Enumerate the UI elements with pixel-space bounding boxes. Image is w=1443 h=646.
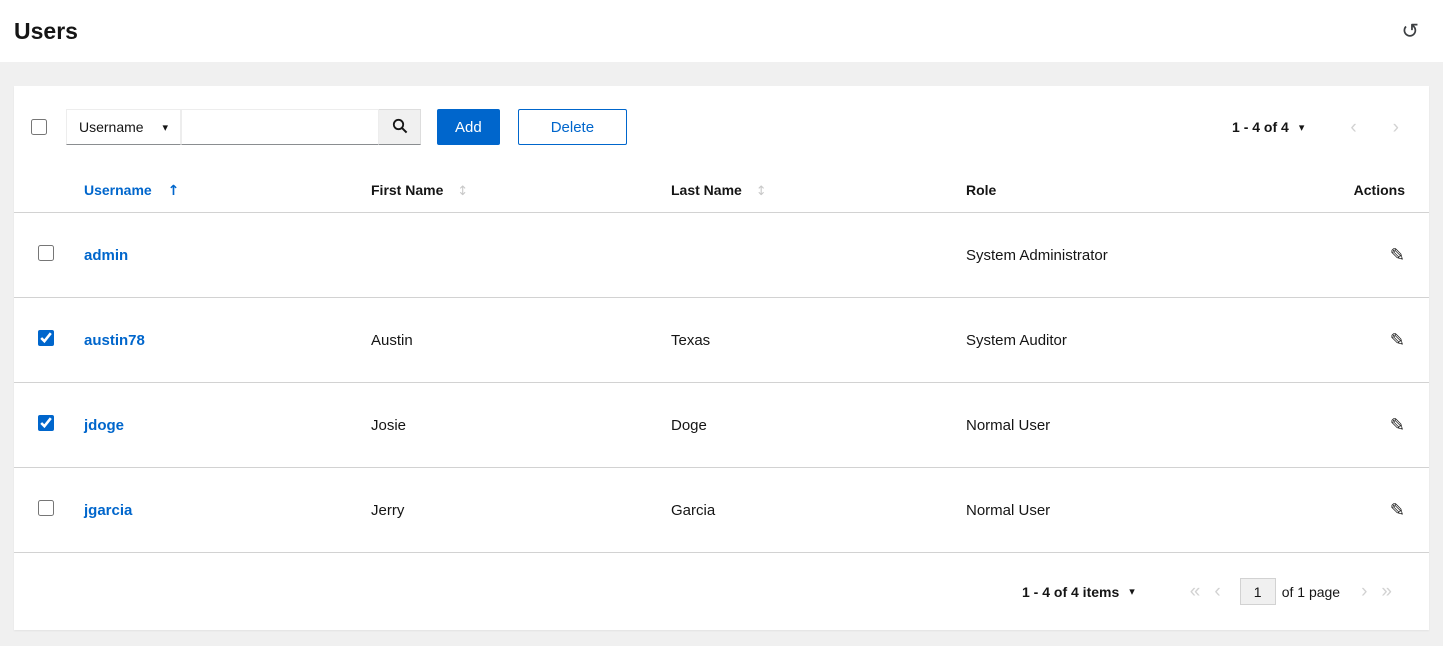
- angle-left-icon: ‹: [1214, 581, 1220, 602]
- edit-user-button[interactable]: ✎: [1390, 330, 1405, 351]
- page-nav: « ‹ of 1 page › »: [1183, 578, 1399, 605]
- column-header-last-name[interactable]: Last Name ↕: [671, 182, 966, 199]
- items-summary: 1 - 4 of 4 items: [1022, 584, 1119, 600]
- chevron-down-icon[interactable]: ▾: [1299, 121, 1305, 134]
- column-label: Username: [84, 182, 152, 198]
- row-select-checkbox[interactable]: [38, 245, 54, 261]
- select-all-checkbox[interactable]: [31, 119, 47, 135]
- table-row: admin System Administrator ✎: [14, 213, 1429, 298]
- role-cell: System Auditor: [966, 332, 1295, 349]
- edit-user-button[interactable]: ✎: [1390, 415, 1405, 436]
- prev-page-button[interactable]: ‹: [1207, 582, 1227, 601]
- last-page-button[interactable]: »: [1374, 582, 1399, 601]
- page-title: Users: [14, 18, 78, 45]
- search-button[interactable]: [379, 109, 421, 145]
- column-label: Actions: [1354, 182, 1405, 198]
- username-link[interactable]: admin: [84, 247, 128, 264]
- table-row: jdoge Josie Doge Normal User ✎: [14, 383, 1429, 468]
- column-header-first-name[interactable]: First Name ↕: [371, 182, 671, 199]
- edit-user-button[interactable]: ✎: [1390, 245, 1405, 266]
- current-page-input[interactable]: [1240, 578, 1276, 605]
- sort-ascending-icon: ↑: [168, 183, 180, 199]
- page-header: Users ↺: [0, 0, 1443, 62]
- role-cell: Normal User: [966, 417, 1295, 434]
- table-row: austin78 Austin Texas System Auditor ✎: [14, 298, 1429, 383]
- footer-pagination: 1 - 4 of 4 items ▾ « ‹ of 1 page › »: [14, 553, 1429, 630]
- role-cell: System Administrator: [966, 247, 1295, 264]
- table-row: jgarcia Jerry Garcia Normal User ✎: [14, 468, 1429, 553]
- page-of-label: of 1 page: [1282, 584, 1340, 600]
- username-link[interactable]: jdoge: [84, 417, 124, 434]
- last-name-cell: Garcia: [671, 502, 966, 519]
- filter-type-label: Username: [79, 119, 144, 135]
- column-header-username[interactable]: Username ↑: [84, 182, 371, 199]
- first-name-cell: Austin: [371, 332, 671, 349]
- prev-page-button[interactable]: ‹: [1344, 118, 1362, 137]
- first-page-button[interactable]: «: [1183, 582, 1208, 601]
- row-select-checkbox[interactable]: [38, 415, 54, 431]
- next-page-button[interactable]: ›: [1354, 582, 1374, 601]
- column-header-role: Role: [966, 182, 1295, 198]
- column-header-actions: Actions: [1295, 182, 1405, 198]
- angle-right-icon: ›: [1361, 581, 1367, 602]
- users-list-card: Username ▾ Add Delete 1 - 4 of 4 ▾ ‹: [14, 86, 1429, 630]
- first-name-cell: Jerry: [371, 502, 671, 519]
- chevron-down-icon[interactable]: ▾: [1129, 585, 1135, 598]
- username-link[interactable]: austin78: [84, 332, 145, 349]
- filter-type-select[interactable]: Username ▾: [66, 109, 181, 145]
- first-name-cell: Josie: [371, 417, 671, 434]
- sort-icon[interactable]: ↕: [457, 184, 468, 199]
- add-button[interactable]: Add: [437, 109, 500, 145]
- next-page-button[interactable]: ›: [1387, 118, 1405, 137]
- history-icon: ↺: [1401, 19, 1419, 43]
- table-header: Username ↑ First Name ↕ Last Name ↕ Role…: [14, 168, 1429, 213]
- pencil-icon: ✎: [1390, 415, 1405, 436]
- role-cell: Normal User: [966, 502, 1295, 519]
- angle-left-icon: ‹: [1350, 117, 1356, 138]
- pencil-icon: ✎: [1390, 245, 1405, 266]
- angle-right-icon: ›: [1393, 117, 1399, 138]
- edit-user-button[interactable]: ✎: [1390, 500, 1405, 521]
- angle-double-right-icon: »: [1381, 581, 1392, 602]
- toolbar-pagination: 1 - 4 of 4 ▾ ‹ ›: [1232, 118, 1405, 137]
- search-input[interactable]: [181, 109, 379, 145]
- column-label: Last Name: [671, 182, 742, 198]
- row-select-checkbox[interactable]: [38, 330, 54, 346]
- search-icon: [392, 118, 408, 137]
- pagination-summary: 1 - 4 of 4: [1232, 119, 1289, 135]
- chevron-down-icon: ▾: [162, 121, 168, 134]
- pencil-icon: ✎: [1390, 330, 1405, 351]
- last-name-cell: Doge: [671, 417, 966, 434]
- angle-double-left-icon: «: [1190, 581, 1201, 602]
- search-group: [181, 109, 421, 145]
- pencil-icon: ✎: [1390, 500, 1405, 521]
- list-toolbar: Username ▾ Add Delete 1 - 4 of 4 ▾ ‹: [14, 86, 1429, 168]
- column-label: Role: [966, 182, 996, 198]
- sort-icon[interactable]: ↕: [756, 184, 767, 199]
- column-label: First Name: [371, 182, 443, 198]
- username-link[interactable]: jgarcia: [84, 502, 132, 519]
- activity-history-button[interactable]: ↺: [1401, 21, 1419, 42]
- row-select-checkbox[interactable]: [38, 500, 54, 516]
- last-name-cell: Texas: [671, 332, 966, 349]
- delete-button[interactable]: Delete: [518, 109, 627, 145]
